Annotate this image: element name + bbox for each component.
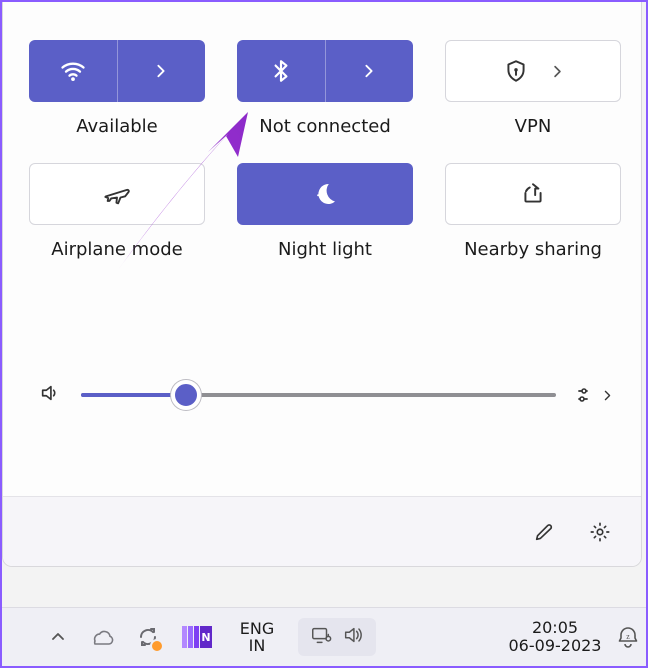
wifi-tile: Available (29, 40, 205, 137)
vpn-toggle[interactable] (445, 40, 621, 102)
volume-icon[interactable] (39, 382, 61, 408)
taskbar-clock[interactable]: 20:05 06-09-2023 (500, 619, 610, 655)
wifi-label: Available (76, 116, 157, 137)
clock-date: 06-09-2023 (509, 637, 602, 655)
focus-assist-icon[interactable]: z (610, 625, 646, 649)
language-primary: ENG (240, 620, 274, 637)
svg-text:z: z (626, 632, 630, 641)
nightlight-tile: Night light (237, 163, 413, 260)
quick-settings-panel: Available Not connected (2, 2, 642, 567)
bluetooth-toggle[interactable] (237, 40, 413, 102)
clock-time: 20:05 (532, 619, 578, 637)
vpn-shield-icon (503, 58, 529, 84)
language-secondary: IN (249, 637, 266, 654)
nearby-toggle[interactable] (445, 163, 621, 225)
airplane-toggle[interactable] (29, 163, 205, 225)
vpn-label: VPN (515, 116, 552, 137)
airplane-tile: Airplane mode (29, 163, 205, 260)
nearby-tile: Nearby sharing (445, 163, 621, 260)
bluetooth-label: Not connected (259, 116, 391, 137)
language-switcher[interactable]: ENG IN (230, 620, 284, 654)
bluetooth-icon (237, 40, 325, 102)
volume-tray-icon (342, 624, 364, 650)
wifi-icon (29, 40, 117, 102)
bluetooth-tile: Not connected (237, 40, 413, 137)
volume-thumb[interactable] (171, 380, 201, 410)
volume-row (39, 370, 613, 420)
bluetooth-expand[interactable] (325, 40, 414, 102)
volume-slider[interactable] (81, 393, 556, 397)
system-tray-network-volume[interactable] (298, 618, 376, 656)
airplane-label: Airplane mode (51, 239, 182, 260)
windows-update-icon[interactable] (136, 625, 160, 649)
nightlight-toggle[interactable] (237, 163, 413, 225)
quick-settings-footer (3, 496, 641, 566)
nightlight-label: Night light (278, 239, 372, 260)
share-icon (520, 181, 546, 207)
tray-overflow-chevron[interactable] (50, 629, 66, 645)
onenote-icon[interactable]: N (182, 626, 212, 648)
edit-quick-settings-button[interactable] (521, 509, 567, 555)
taskbar: N ENG IN 20:05 06-09-2023 z (2, 607, 646, 666)
nearby-label: Nearby sharing (464, 239, 602, 260)
wifi-expand[interactable] (117, 40, 206, 102)
network-monitor-icon (310, 624, 332, 650)
vpn-tile: VPN (445, 40, 621, 137)
onedrive-icon[interactable] (88, 628, 114, 646)
wifi-toggle[interactable] (29, 40, 205, 102)
airplane-icon (103, 180, 131, 208)
vpn-expand[interactable] (551, 59, 564, 83)
audio-output-button[interactable] (576, 384, 613, 406)
settings-button[interactable] (577, 509, 623, 555)
nightlight-moon-icon (310, 179, 340, 209)
